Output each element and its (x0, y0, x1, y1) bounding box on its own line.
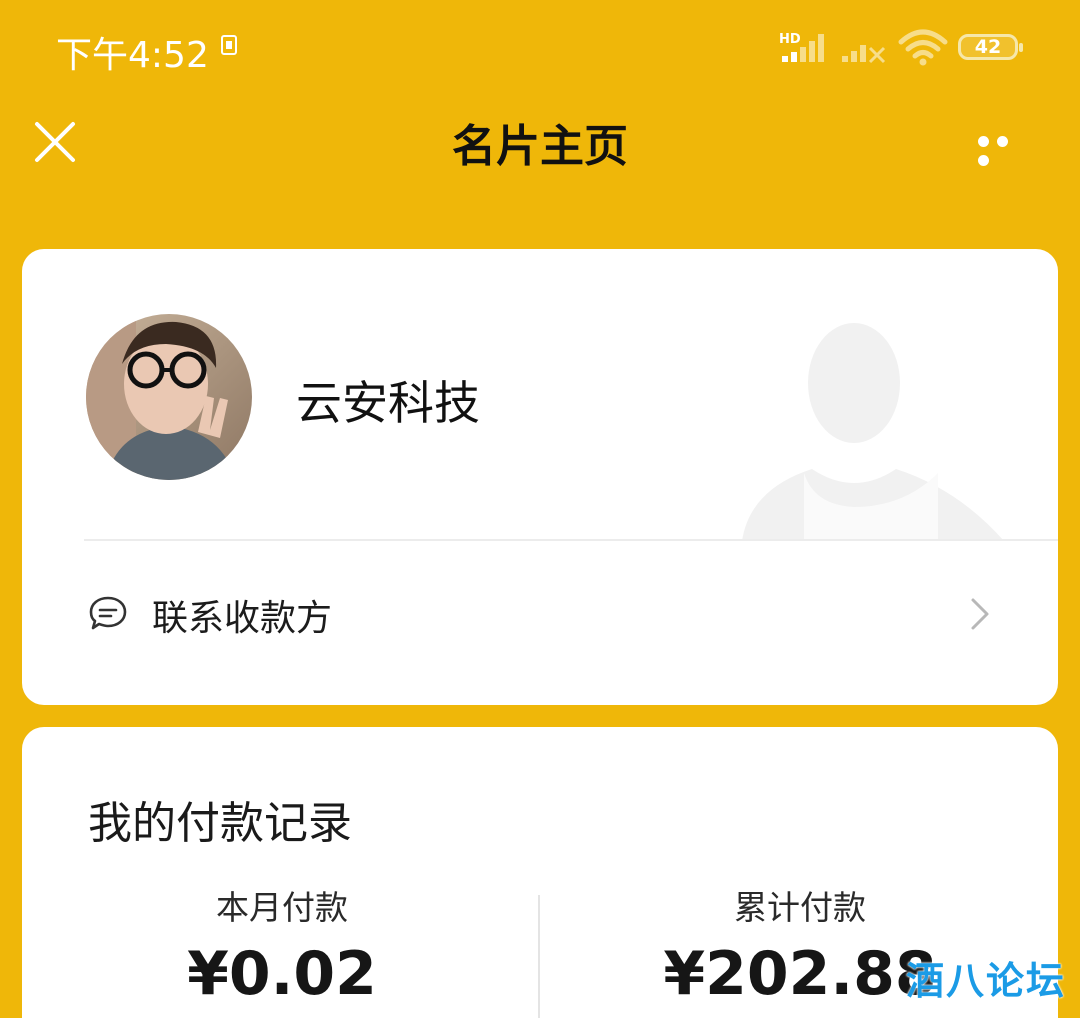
merchant-name: 云安科技 (296, 376, 480, 430)
total-payment-label: 累计付款 (734, 888, 866, 927)
month-payment-value: ¥0.02 (187, 939, 377, 1009)
contact-payee-label: 联系收款方 (152, 598, 333, 639)
more-options-icon[interactable] (978, 132, 1032, 166)
svg-text:HD: HD (779, 32, 801, 47)
battery-icon: 42 (958, 34, 1023, 60)
battery-level: 42 (974, 36, 1002, 58)
chevron-right-icon (971, 598, 989, 630)
month-payment-label: 本月付款 (216, 888, 348, 927)
signal-hd-icon: HD (779, 32, 824, 62)
person-placeholder-icon (742, 323, 1004, 541)
page-title: 名片主页 (452, 121, 628, 172)
signal-no-service-icon (842, 45, 886, 64)
sim-card-icon (221, 35, 237, 55)
stats-divider (538, 895, 540, 1018)
status-bar: 下午4:52 HD 42 (0, 0, 1080, 90)
payment-records-card: 我的付款记录 本月付款 ¥0.02 累计付款 ¥202.88 (22, 727, 1058, 1018)
status-time: 下午4:52 (56, 35, 209, 76)
forum-watermark: 酒八论坛 (906, 959, 1067, 1003)
payment-records-title: 我的付款记录 (88, 798, 352, 849)
avatar (86, 314, 252, 480)
wifi-icon (898, 29, 948, 66)
profile-card: 云安科技 联系收款方 (22, 249, 1058, 705)
chat-bubble-icon (89, 596, 127, 630)
